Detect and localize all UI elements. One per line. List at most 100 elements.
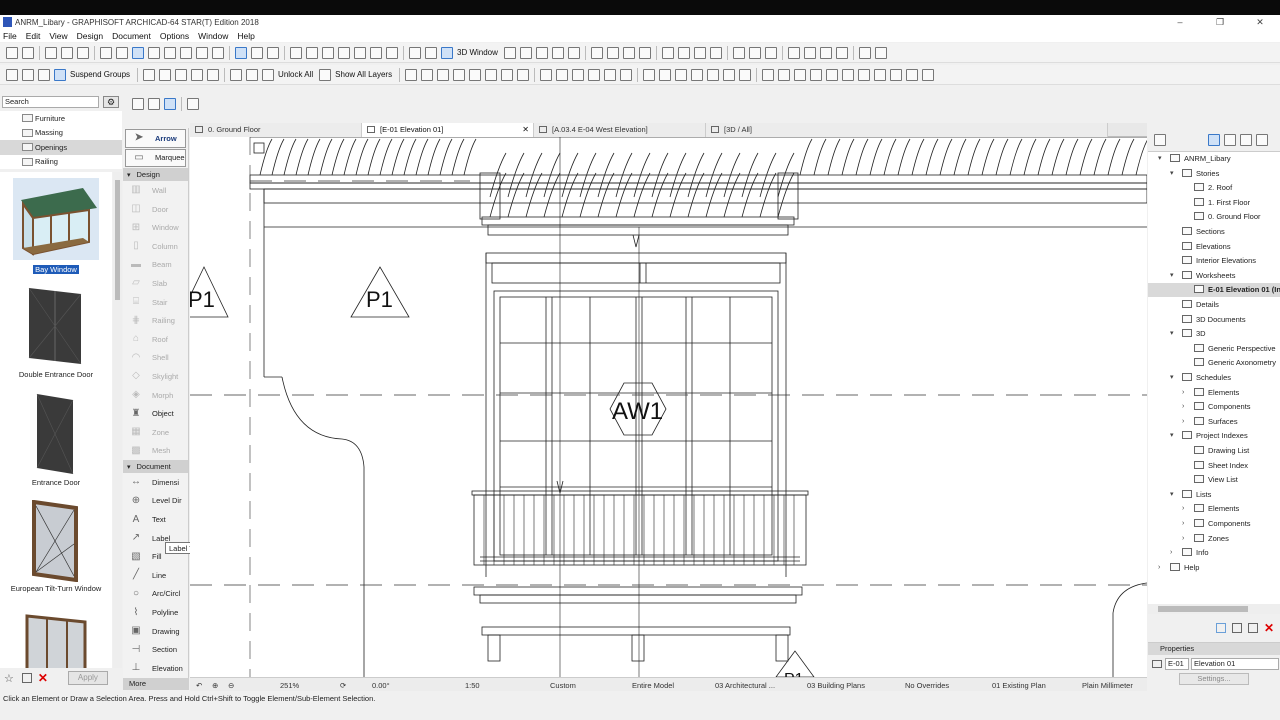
group-icon[interactable] — [6, 68, 18, 81]
navigator-item[interactable]: Drawing List — [1194, 444, 1249, 458]
ungroup-icon[interactable] — [22, 68, 34, 81]
close-tab-icon[interactable]: ✕ — [522, 123, 529, 137]
navigator-item[interactable]: › Elements — [1182, 386, 1239, 400]
tool-beam[interactable]: ▬ Beam — [123, 256, 188, 275]
publish-icon[interactable] — [732, 46, 745, 59]
align-right-icon[interactable] — [794, 68, 807, 81]
slab-align-icon[interactable] — [572, 68, 585, 81]
eyedropper-icon[interactable] — [61, 46, 73, 59]
link-icon[interactable] — [723, 68, 736, 81]
thumb-bay-window[interactable]: Bay Window — [0, 178, 112, 274]
design-section-header[interactable]: Design — [123, 168, 188, 182]
navigator-item[interactable]: Generic Axonometry — [1194, 356, 1276, 370]
navigator-item[interactable]: ▾ Project Indexes — [1170, 429, 1248, 443]
distribute-vertical-icon[interactable] — [659, 68, 672, 81]
navigator-item[interactable]: › Help — [1158, 561, 1199, 575]
custom-setting[interactable]: Custom — [550, 681, 576, 690]
expand-toggle-icon[interactable]: › — [1182, 532, 1184, 546]
navigator-item[interactable]: › Zones — [1182, 532, 1229, 546]
thumb-european-tilt-turn-window[interactable]: European Tilt-Turn Window — [0, 499, 112, 593]
tool-column[interactable]: ▯ Column — [123, 237, 188, 256]
rotate-icon[interactable] — [421, 68, 434, 81]
navigator-item[interactable]: 2. Roof — [1194, 181, 1232, 195]
minimize-button[interactable]: – — [1160, 15, 1200, 29]
project-map-icon[interactable] — [1208, 133, 1220, 146]
menu-help[interactable]: Help — [237, 31, 254, 41]
expand-toggle-icon[interactable]: ▾ — [1170, 327, 1174, 341]
navigator-item[interactable]: ▾ Schedules — [1170, 371, 1231, 385]
redo-icon[interactable] — [22, 46, 34, 59]
nudge-icon[interactable] — [691, 68, 704, 81]
unlock-element-icon[interactable] — [246, 68, 259, 81]
renovation-filter[interactable]: 01 Existing Plan — [992, 681, 1046, 690]
dimension-units[interactable]: Plain Millimeter — [1082, 681, 1133, 690]
tool-shell[interactable]: ◠ Shell — [123, 349, 188, 368]
gravity-icon[interactable] — [148, 46, 160, 59]
chain-icon[interactable] — [739, 68, 752, 81]
tool-mesh[interactable]: ▩ Mesh — [123, 442, 188, 461]
guide-line-icon[interactable] — [116, 46, 128, 59]
tool-roof[interactable]: ⌂ Roof — [123, 330, 188, 349]
match-icon[interactable] — [675, 68, 688, 81]
expand-toggle-icon[interactable]: ▾ — [1170, 167, 1174, 181]
thumb-double-entrance-door[interactable]: Double Entrance Door — [0, 284, 112, 379]
close-window-button[interactable]: ✕ — [1240, 15, 1280, 29]
render-icon[interactable] — [661, 46, 674, 59]
selection-arrow-icon[interactable] — [132, 98, 144, 110]
navigator-item[interactable]: ▾ Stories — [1170, 167, 1219, 181]
expand-toggle-icon[interactable]: › — [1182, 386, 1184, 400]
scroll-thumb[interactable] — [115, 180, 120, 300]
navigator-item[interactable]: › Info — [1170, 546, 1209, 560]
sort-icon[interactable] — [890, 68, 903, 81]
camera-path-icon[interactable] — [551, 46, 564, 59]
window-3d-icon[interactable] — [441, 46, 453, 59]
roof-align-icon[interactable] — [604, 68, 617, 81]
tool-skylight[interactable]: ◇ Skylight — [123, 367, 188, 386]
print-icon[interactable] — [764, 46, 777, 59]
settings-button[interactable]: Settings... — [1179, 673, 1249, 685]
menu-view[interactable]: View — [49, 31, 67, 41]
expand-toggle-icon[interactable]: › — [1170, 546, 1172, 560]
edit-group-icon[interactable] — [38, 68, 50, 81]
resize-icon[interactable] — [386, 46, 398, 59]
object-align-icon[interactable] — [620, 68, 633, 81]
bring-forward-icon[interactable] — [143, 68, 156, 81]
menu-document[interactable]: Document — [112, 31, 151, 41]
marquee-icon[interactable] — [148, 98, 160, 110]
navigator-item[interactable]: Sections — [1182, 225, 1225, 239]
tool-level-dimension[interactable]: ⊕ Level Dir — [123, 492, 188, 511]
navigator-item[interactable]: ▾ Lists — [1170, 488, 1211, 502]
document-section-header[interactable]: Document — [123, 460, 188, 474]
send-backward-icon[interactable] — [175, 68, 188, 81]
tool-window[interactable]: ⊞ Window — [123, 218, 188, 237]
rotation-angle[interactable]: 0.00° — [372, 681, 390, 690]
align-top-icon[interactable] — [810, 68, 823, 81]
align-bottom-icon[interactable] — [842, 68, 855, 81]
space-h-icon[interactable] — [858, 68, 871, 81]
thumb-entrance-door[interactable]: Entrance Door — [0, 392, 112, 487]
find-select-icon[interactable] — [45, 46, 57, 59]
scale-value[interactable]: 1:50 — [465, 681, 480, 690]
reset-order-icon[interactable] — [207, 68, 220, 81]
send-back-icon[interactable] — [191, 68, 204, 81]
gear-icon[interactable]: ⚙ — [103, 96, 119, 108]
info-icon[interactable] — [874, 46, 887, 59]
trace-icon[interactable] — [235, 46, 247, 59]
stretch-icon[interactable] — [517, 68, 530, 81]
navigator-item[interactable]: ▾ 3D — [1170, 327, 1206, 341]
navigator-item[interactable]: Sheet Index — [1194, 459, 1248, 473]
multiply-icon[interactable] — [501, 68, 514, 81]
navigator-item[interactable]: 1. First Floor — [1194, 196, 1250, 210]
tool-wall[interactable]: ▥ Wall — [123, 181, 188, 200]
tool-morph[interactable]: ◈ Morph — [123, 386, 188, 405]
palette-icon[interactable] — [693, 46, 706, 59]
navigator-item[interactable]: Details — [1182, 298, 1219, 312]
suspend-groups-icon[interactable] — [54, 68, 66, 81]
drag-icon[interactable] — [405, 68, 418, 81]
toolbox-more[interactable]: More — [123, 678, 189, 690]
expand-toggle-icon[interactable]: ▾ — [1158, 152, 1162, 166]
display-order-icon[interactable] — [425, 46, 437, 59]
navigator-item[interactable]: › Surfaces — [1182, 415, 1238, 429]
fillet-icon[interactable] — [338, 46, 350, 59]
model-view[interactable]: Entire Model — [632, 681, 674, 690]
